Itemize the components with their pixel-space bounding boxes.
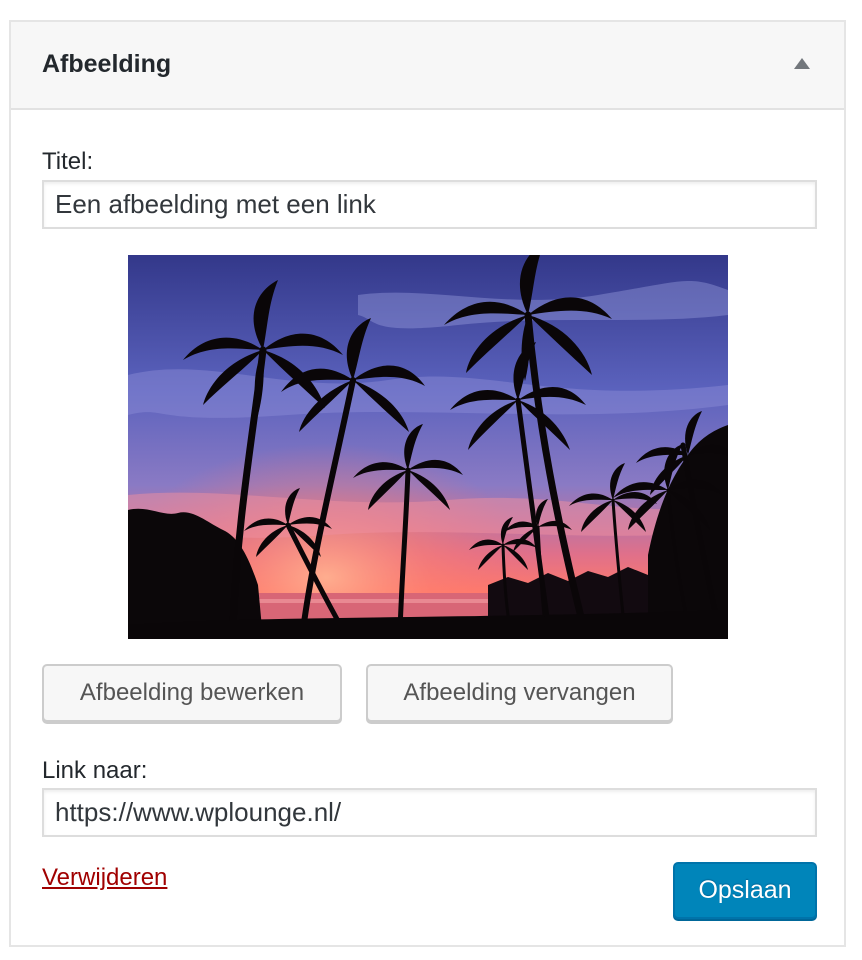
- image-preview[interactable]: [128, 255, 728, 639]
- image-widget: Afbeelding Titel: Een afbeelding met een…: [9, 20, 846, 947]
- triangle-up-icon[interactable]: [794, 58, 810, 69]
- link-label: Link naar:: [42, 757, 148, 784]
- title-label: Titel:: [42, 148, 94, 175]
- edit-image-button[interactable]: Afbeelding bewerken: [42, 664, 342, 722]
- title-input[interactable]: [42, 180, 817, 229]
- widget-header[interactable]: Afbeelding: [11, 22, 844, 110]
- replace-image-button[interactable]: Afbeelding vervangen: [366, 664, 673, 722]
- widget-title: Afbeelding: [42, 50, 172, 78]
- save-button[interactable]: Opslaan: [673, 862, 817, 919]
- link-input[interactable]: [42, 788, 817, 837]
- remove-link[interactable]: Verwijderen: [42, 864, 167, 892]
